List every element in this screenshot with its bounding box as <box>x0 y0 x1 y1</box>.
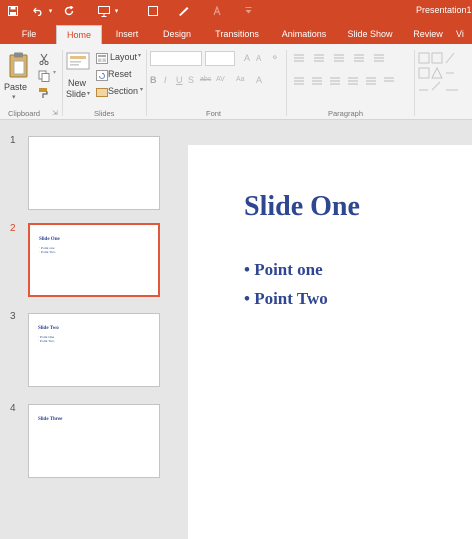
slide-title[interactable]: Slide One <box>244 191 360 223</box>
tab-insert[interactable]: Insert <box>105 25 149 44</box>
thumbnail-title: Slide Three <box>38 417 63 422</box>
shadow-icon[interactable]: S <box>188 75 194 85</box>
paste-dropdown-icon[interactable]: ▾ <box>12 93 16 101</box>
clipboard-group-label: Clipboard <box>8 109 41 118</box>
group-divider <box>62 50 63 116</box>
font-size-box[interactable] <box>205 51 235 66</box>
clear-formatting-icon[interactable]: ⋄ <box>272 52 278 63</box>
slide-bullet[interactable]: • Point Two <box>244 289 328 309</box>
tab-animations[interactable]: Animations <box>272 25 336 44</box>
slides-group-label: Slides <box>94 109 115 118</box>
presenter-icon[interactable] <box>146 3 160 19</box>
layout-dropdown-icon[interactable]: ▾ <box>138 52 141 59</box>
font-color-icon[interactable] <box>210 3 224 19</box>
change-case-icon[interactable]: Aa <box>236 76 245 83</box>
strikethrough-icon[interactable]: abc <box>200 76 211 83</box>
layout-button[interactable]: Layout <box>110 52 137 62</box>
copy-dropdown-icon[interactable]: ▾ <box>53 69 56 76</box>
reset-button[interactable]: Reset <box>108 69 132 79</box>
italic-icon[interactable]: I <box>164 75 167 85</box>
thumbnail-title: Slide One <box>39 237 60 242</box>
tab-review[interactable]: Review <box>404 25 452 44</box>
grow-font-icon[interactable]: A <box>244 53 250 63</box>
qat-dropdown-icon[interactable]: ▾ <box>113 3 120 19</box>
group-divider <box>286 50 287 116</box>
tab-file[interactable]: File <box>14 25 44 44</box>
cut-icon[interactable] <box>38 52 50 66</box>
new-slide-dropdown-icon[interactable]: ▾ <box>87 90 90 97</box>
save-icon[interactable] <box>6 3 20 19</box>
new-slide-label-line2[interactable]: Slide <box>66 89 86 99</box>
reset-icon[interactable] <box>96 68 108 81</box>
home-ribbon: Paste ▾ ▾ Clipboard ⇲ New Slide ▾ Layout… <box>0 44 472 120</box>
paragraph-group-label: Paragraph <box>328 109 364 118</box>
new-slide-label[interactable]: New <box>68 78 86 88</box>
window-title: Presentation1 <box>416 5 472 15</box>
undo-dropdown-icon[interactable]: ▾ <box>47 3 54 19</box>
section-icon[interactable] <box>96 85 108 97</box>
draw-icon[interactable] <box>176 3 190 19</box>
paragraph-controls-icon[interactable] <box>292 52 410 92</box>
slide-thumbnail-4[interactable]: Slide Three <box>28 404 160 478</box>
slide-editing-area: Slide One • Point one • Point Two <box>180 121 472 539</box>
section-dropdown-icon[interactable]: ▾ <box>140 86 143 93</box>
shrink-font-icon[interactable]: A <box>256 54 261 63</box>
current-slide[interactable]: Slide One • Point one • Point Two <box>188 145 472 539</box>
copy-icon[interactable] <box>38 69 50 82</box>
layout-icon[interactable] <box>96 51 109 64</box>
thumbnail-title: Slide Two <box>38 326 59 331</box>
slide-bullet[interactable]: • Point one <box>244 260 323 280</box>
paste-label: Paste <box>4 82 28 92</box>
thumbnail-bullet: · Point Two <box>39 250 56 254</box>
tab-design[interactable]: Design <box>153 25 201 44</box>
clipboard-launcher-icon[interactable]: ⇲ <box>52 109 58 117</box>
undo-icon[interactable] <box>30 3 46 19</box>
slide-thumbnail-2[interactable]: Slide One · Point one · Point Two <box>28 223 160 297</box>
slide-number: 2 <box>10 223 16 234</box>
character-spacing-icon[interactable]: AV <box>216 76 225 83</box>
tab-home[interactable]: Home <box>56 25 102 44</box>
redo-icon[interactable] <box>62 3 76 19</box>
font-name-box[interactable] <box>150 51 202 66</box>
title-bar: ▾ ▾ Presentation1 <box>0 0 472 22</box>
font-group-label: Font <box>206 109 222 118</box>
ribbon-tab-bar: File Home Insert Design Transitions Anim… <box>0 22 472 44</box>
underline-icon[interactable]: U <box>176 75 183 85</box>
section-button[interactable]: Section <box>108 86 138 96</box>
group-divider <box>146 50 147 116</box>
format-painter-icon[interactable] <box>38 86 50 98</box>
thumbnail-bullet: · Point Two <box>38 339 55 343</box>
group-divider <box>414 50 415 116</box>
slide-thumbnail-3[interactable]: Slide Two · Point One · Point Two <box>28 313 160 387</box>
tab-slide-show[interactable]: Slide Show <box>340 25 400 44</box>
slide-thumbnail-pane: 1 2 Slide One · Point one · Point Two 3 … <box>0 121 180 539</box>
paste-button[interactable] <box>8 51 30 81</box>
new-slide-icon[interactable] <box>66 52 90 74</box>
slide-number: 4 <box>10 403 16 414</box>
customize-qat-icon[interactable] <box>244 3 252 19</box>
slide-thumbnail-1[interactable] <box>28 136 160 210</box>
slide-number: 3 <box>10 311 16 322</box>
tab-view[interactable]: Vi <box>456 25 472 44</box>
font-color-button-icon[interactable]: A <box>256 75 262 85</box>
bold-icon[interactable]: B <box>150 75 157 85</box>
start-from-beginning-icon[interactable] <box>96 3 112 19</box>
slide-number: 1 <box>10 135 16 146</box>
drawing-tools-icon[interactable] <box>418 52 472 94</box>
tab-transitions[interactable]: Transitions <box>205 25 269 44</box>
